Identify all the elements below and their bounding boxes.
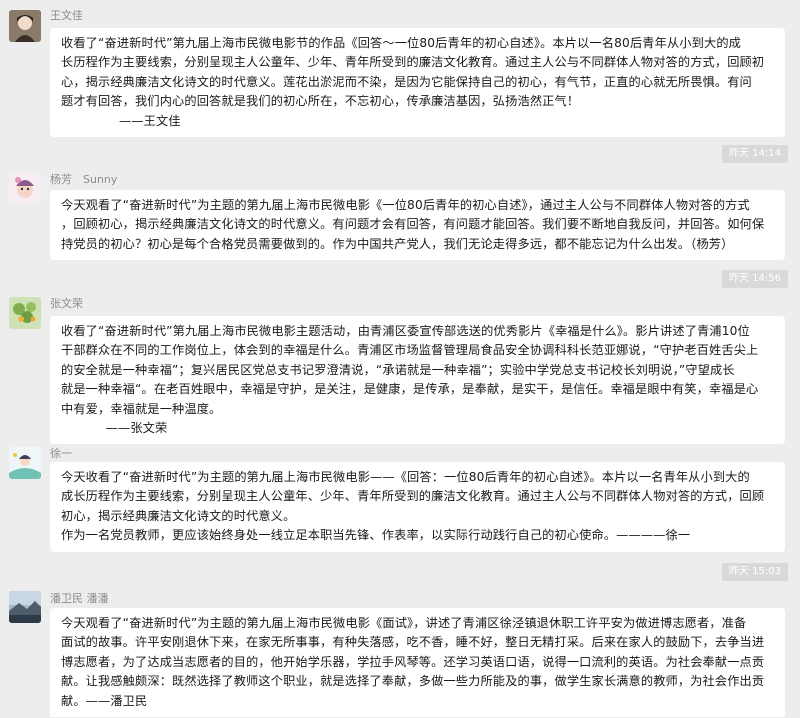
message-text: 献。——潘卫民 xyxy=(61,693,148,708)
illustration-avatar-icon xyxy=(9,447,41,479)
avatar[interactable] xyxy=(9,172,41,204)
message-bubble[interactable]: 收看了“奋进新时代”第九届上海市民微电影节的作品《回答～一位80后青年的初心自述… xyxy=(50,28,785,138)
landscape-avatar-icon xyxy=(9,591,41,623)
sender-name: 杨芳 Sunny xyxy=(50,173,118,186)
message-bubble[interactable]: 今天观看了“奋进新时代”为主题的第九届上海市民微电影《一位80后青年的初心自述》… xyxy=(50,190,785,261)
avatar[interactable] xyxy=(9,447,41,479)
sender-name: 张文荣 xyxy=(50,297,83,310)
message-text: 作为一名党员教师，更应该始终身处一线立足本职当先锋、作表率，以实际行动践行自己的… xyxy=(61,528,691,543)
timestamp: 昨天 15:03 xyxy=(722,563,788,581)
avatar[interactable] xyxy=(9,10,41,42)
message-bubble[interactable]: 今天收看了“奋进新时代”为主题的第九届上海市民微电影——《回答：一位80后青年的… xyxy=(50,462,785,552)
message-text: 长历程作为主要线索，分别呈现主人公童年、少年、青年所受到的廉洁文化教育。通过主人… xyxy=(61,55,765,70)
message-text: 成长历程作为主要线索，分别呈现主人公童年、少年、青年所受到的廉洁文化教育。通过主… xyxy=(61,489,765,504)
timestamp: 昨天 14:56 xyxy=(722,270,788,288)
sender-name: 王文佳 xyxy=(50,9,83,22)
photo-avatar-icon xyxy=(9,10,41,42)
message-text: 的安全就是一种幸福”；复兴居民区党总支书记罗澄清说，“承诺就是一种幸福”；实验中… xyxy=(61,362,735,377)
message-text: 收看了“奋进新时代”第九届上海市民微电影节的作品《回答～一位80后青年的初心自述… xyxy=(61,36,741,50)
message-text: 持党员的初心？初心是每个合格党员需要做到的。作为中国共产党人，我们无论走得多远，… xyxy=(61,236,734,251)
sender-name: 潘卫民 潘潘 xyxy=(50,592,109,605)
message-bubble[interactable]: 今天观看了“奋进新时代”为主题的第九届上海市民微电影《面试》，讲述了青浦区徐泾镇… xyxy=(50,608,785,718)
flower-avatar-icon xyxy=(9,297,41,329)
message-text: 就是一种幸福“。在老百姓眼中，幸福是守护，是关注，是健康，是传承，是奉献，是实干… xyxy=(61,382,759,397)
avatar[interactable] xyxy=(9,297,41,329)
message-text: 心，揭示经典廉洁文化诗文的时代意义。莲花出淤泥而不染，是因为它能保持自己的初心，… xyxy=(61,74,752,89)
message-signature: ——张文荣 xyxy=(81,421,168,436)
message-text: 今天收看了“奋进新时代”为主题的第九届上海市民微电影——《回答：一位80后青年的… xyxy=(61,470,750,484)
message-text: 中有爱，幸福就是一种温度。 xyxy=(61,401,222,416)
message-text: 题才有回答，我们内心的回答就是我们的初心所在，不忘初心，传承廉洁基因，弘扬浩然正… xyxy=(61,94,580,109)
timestamp: 昨天 14:14 xyxy=(722,145,788,163)
sender-name: 徐一 xyxy=(50,447,72,460)
message-text: 收看了“奋进新时代”第九届上海市民微电影主题活动，由青浦区委宣传部选送的优秀影片… xyxy=(61,324,750,338)
message-text: 干部群众在不同的工作岗位上，体会到的幸福是什么。青浦区市场监督管理局食品安全协调… xyxy=(61,343,759,358)
message-bubble[interactable]: 收看了“奋进新时代”第九届上海市民微电影主题活动，由青浦区委宣传部选送的优秀影片… xyxy=(50,316,785,445)
message-text: ，回顾初心，揭示经典廉洁文化诗文的时代意义。有问题才会有回答，有问题才能回答。我… xyxy=(61,217,765,232)
message-signature: ——王文佳 xyxy=(119,113,181,128)
message-text: 初心，揭示经典廉洁文化诗文的时代意义。 xyxy=(61,508,296,523)
message-text: 博志愿者，为了达成当志愿者的目的，他开始学乐器，学拉手风琴等。还学习英语口语，说… xyxy=(61,654,765,669)
cartoon-avatar-icon xyxy=(9,172,41,204)
message-text: 献。让我感触颇深：既然选择了教师这个职业，就是选择了奉献，多做一些力所能及的事，… xyxy=(61,674,765,689)
avatar[interactable] xyxy=(9,591,41,623)
message-text: 今天观看了“奋进新时代”为主题的第九届上海市民微电影《一位80后青年的初心自述》… xyxy=(61,198,750,212)
message-text: 面试的故事。许平安刚退休下来，在家无所事事，有种失落感，吃不香，睡不好，整日无精… xyxy=(61,635,765,650)
message-text: 今天观看了“奋进新时代”为主题的第九届上海市民微电影《面试》，讲述了青浦区徐泾镇… xyxy=(61,616,747,630)
